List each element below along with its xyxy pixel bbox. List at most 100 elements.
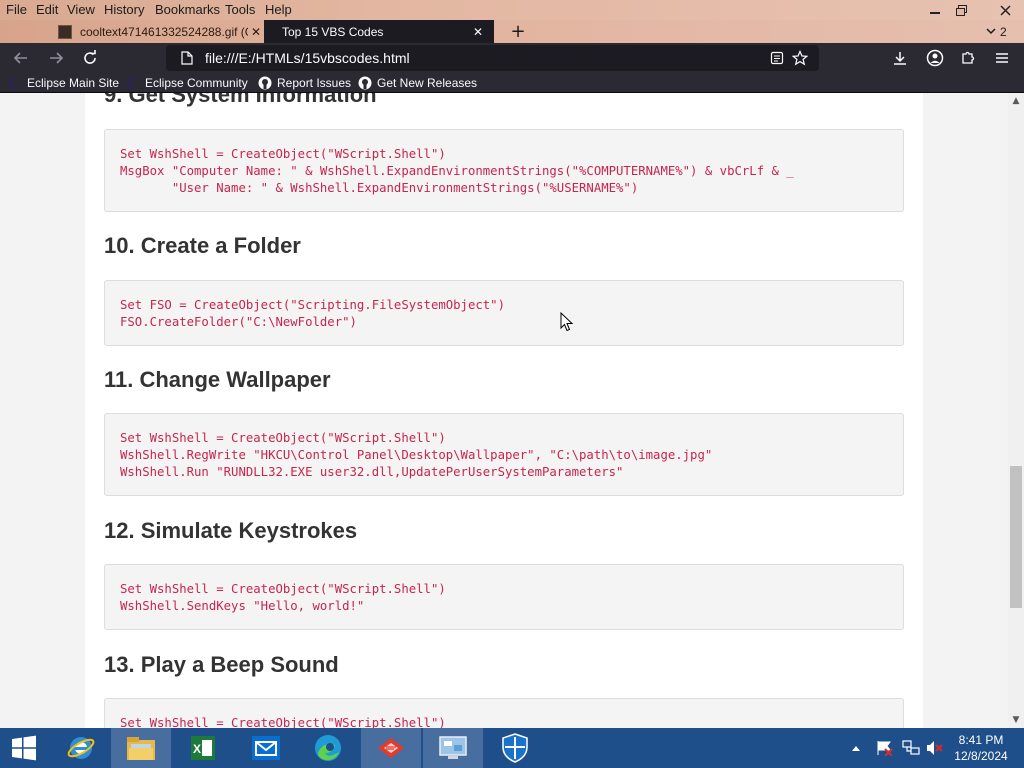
- scroll-down-arrow-icon[interactable]: ▼: [1008, 712, 1024, 728]
- tab-title: cooltext471461332524288.gif (GI: [80, 24, 248, 39]
- code-line: WshShell.Run "RUNDLL32.EXE user32.dll,Up…: [120, 465, 624, 479]
- section-heading: 13. Play a Beep Sound: [104, 652, 339, 677]
- close-window-button[interactable]: [986, 0, 1024, 20]
- download-icon: [894, 52, 906, 65]
- taskbar-file-explorer[interactable]: [111, 728, 171, 768]
- taskbar-control-panel[interactable]: [423, 728, 483, 768]
- address-bar[interactable]: file:///E:/HTMLs/15vbscodes.html: [166, 45, 819, 71]
- code-line: Set FSO = CreateObject("Scripting.FileSy…: [120, 298, 505, 312]
- code-line: Set WshShell = CreateObject("WScript.She…: [120, 716, 446, 728]
- taskbar-excel[interactable]: X: [173, 728, 233, 768]
- show-hidden-icons-icon[interactable]: [850, 743, 862, 753]
- bookmark-report-issues[interactable]: Report Issues: [258, 74, 351, 91]
- bookmark-eclipse-community[interactable]: Eclipse Community: [126, 74, 248, 91]
- menu-tools[interactable]: Tools: [225, 2, 255, 17]
- action-center-flag-icon[interactable]: [876, 740, 894, 756]
- bookmark-get-new-releases[interactable]: Get New Releases: [358, 74, 477, 91]
- app-menu-button[interactable]: [991, 47, 1013, 69]
- tab-count: 2: [1000, 24, 1007, 39]
- network-icon[interactable]: [902, 740, 920, 756]
- tab-title: Top 15 VBS Codes: [282, 24, 384, 39]
- eclipse-logo-icon: [127, 76, 140, 89]
- code-block: Set WshShell = CreateObject("WScript.She…: [104, 564, 904, 630]
- url-text: file:///E:/HTMLs/15vbscodes.html: [205, 50, 410, 66]
- menu-history[interactable]: History: [104, 2, 144, 17]
- section-heading: 11. Change Wallpaper: [104, 367, 331, 392]
- bookmark-label: Eclipse Community: [145, 75, 248, 90]
- code-line: WshShell.SendKeys "Hello, world!": [120, 599, 365, 613]
- code-line: FSO.CreateFolder("C:\NewFolder"): [120, 315, 357, 329]
- bookmark-star-icon[interactable]: [792, 50, 808, 66]
- code-block: Set WshShell = CreateObject("WScript.She…: [104, 698, 904, 728]
- menu-bar: File Edit View History Bookmarks Tools H…: [0, 0, 1024, 20]
- menu-file[interactable]: File: [6, 2, 27, 17]
- github-icon: [258, 76, 272, 89]
- new-tab-button[interactable]: +: [508, 20, 528, 43]
- scroll-up-arrow-icon[interactable]: ▲: [1008, 93, 1024, 109]
- image-favicon-icon: [58, 24, 72, 39]
- account-icon: [926, 49, 944, 67]
- start-button[interactable]: [0, 728, 48, 768]
- bookmark-eclipse-main-site[interactable]: Eclipse Main Site: [8, 74, 119, 91]
- taskbar-internet-explorer[interactable]: [51, 728, 111, 768]
- back-arrow-icon: [13, 52, 27, 64]
- tab-vbs-codes[interactable]: Top 15 VBS Codes ✕: [264, 20, 494, 43]
- page-icon: [181, 51, 193, 65]
- menu-view[interactable]: View: [67, 2, 95, 17]
- edge-icon: [315, 735, 341, 761]
- taskbar-clock[interactable]: 8:41 PM 12/8/2024: [948, 732, 1014, 764]
- taskbar-edge[interactable]: [298, 728, 358, 768]
- tab-close-icon[interactable]: ✕: [248, 25, 264, 39]
- back-button[interactable]: [10, 47, 32, 69]
- list-all-tabs-button[interactable]: 2: [986, 20, 1007, 43]
- chevron-down-icon: [986, 28, 996, 35]
- clock-time: 8:41 PM: [958, 733, 1004, 747]
- section-heading: 9. Get System Information: [104, 93, 377, 107]
- defender-icon: [502, 733, 528, 763]
- internet-explorer-icon: [67, 737, 95, 759]
- close-icon: [999, 4, 1011, 16]
- excel-icon: X: [191, 736, 215, 760]
- volume-muted-icon[interactable]: [926, 740, 944, 756]
- mouse-pointer-icon: [560, 312, 574, 332]
- puzzle-icon: [962, 51, 975, 64]
- mail-icon: [252, 736, 280, 760]
- bookmark-label: Eclipse Main Site: [27, 75, 120, 90]
- menu-help[interactable]: Help: [265, 2, 292, 17]
- taskbar-mail[interactable]: [236, 728, 296, 768]
- firefox-icon: [378, 738, 404, 758]
- taskbar-defender[interactable]: [485, 728, 545, 768]
- code-line: Set WshShell = CreateObject("WScript.She…: [120, 431, 446, 445]
- plus-icon: +: [510, 21, 526, 42]
- tab-close-icon[interactable]: ✕: [470, 25, 486, 39]
- system-tray: [850, 728, 944, 768]
- vertical-scrollbar[interactable]: ▲ ▼: [1008, 93, 1024, 728]
- code-block: Set WshShell = CreateObject("WScript.She…: [104, 413, 904, 496]
- taskbar-firefox-window[interactable]: [361, 728, 421, 768]
- restore-icon: [955, 4, 967, 16]
- article-content: 9. Get System Information Set WshShell =…: [85, 93, 923, 728]
- menu-bookmarks[interactable]: Bookmarks: [155, 2, 220, 17]
- bookmark-label: Get New Releases: [377, 75, 478, 90]
- code-block: Set WshShell = CreateObject("WScript.She…: [104, 129, 904, 212]
- extensions-button[interactable]: [957, 47, 979, 69]
- downloads-button[interactable]: [889, 47, 911, 69]
- reload-button[interactable]: [79, 47, 101, 69]
- menu-edit[interactable]: Edit: [36, 2, 58, 17]
- hamburger-menu-icon: [996, 53, 1008, 63]
- code-line: WshShell.RegWrite "HKCU\Control Panel\De…: [120, 448, 713, 462]
- page-viewport: 9. Get System Information Set WshShell =…: [0, 93, 1008, 728]
- bookmarks-toolbar: Eclipse Main Site Eclipse Community Repo…: [0, 72, 1024, 93]
- scrollbar-thumb[interactable]: [1010, 466, 1022, 608]
- eclipse-logo-icon: [9, 76, 22, 89]
- account-button[interactable]: [924, 47, 946, 69]
- tab-gif[interactable]: cooltext471461332524288.gif (GI ✕: [50, 20, 264, 43]
- forward-arrow-icon: [50, 52, 64, 64]
- section-heading: 10. Create a Folder: [104, 233, 301, 258]
- reader-view-icon[interactable]: [770, 51, 784, 65]
- section-heading: 12. Simulate Keystrokes: [104, 518, 358, 543]
- forward-button[interactable]: [45, 47, 67, 69]
- restore-button[interactable]: [946, 0, 976, 20]
- svg-text:X: X: [193, 742, 201, 756]
- code-line: Set WshShell = CreateObject("WScript.She…: [120, 582, 446, 596]
